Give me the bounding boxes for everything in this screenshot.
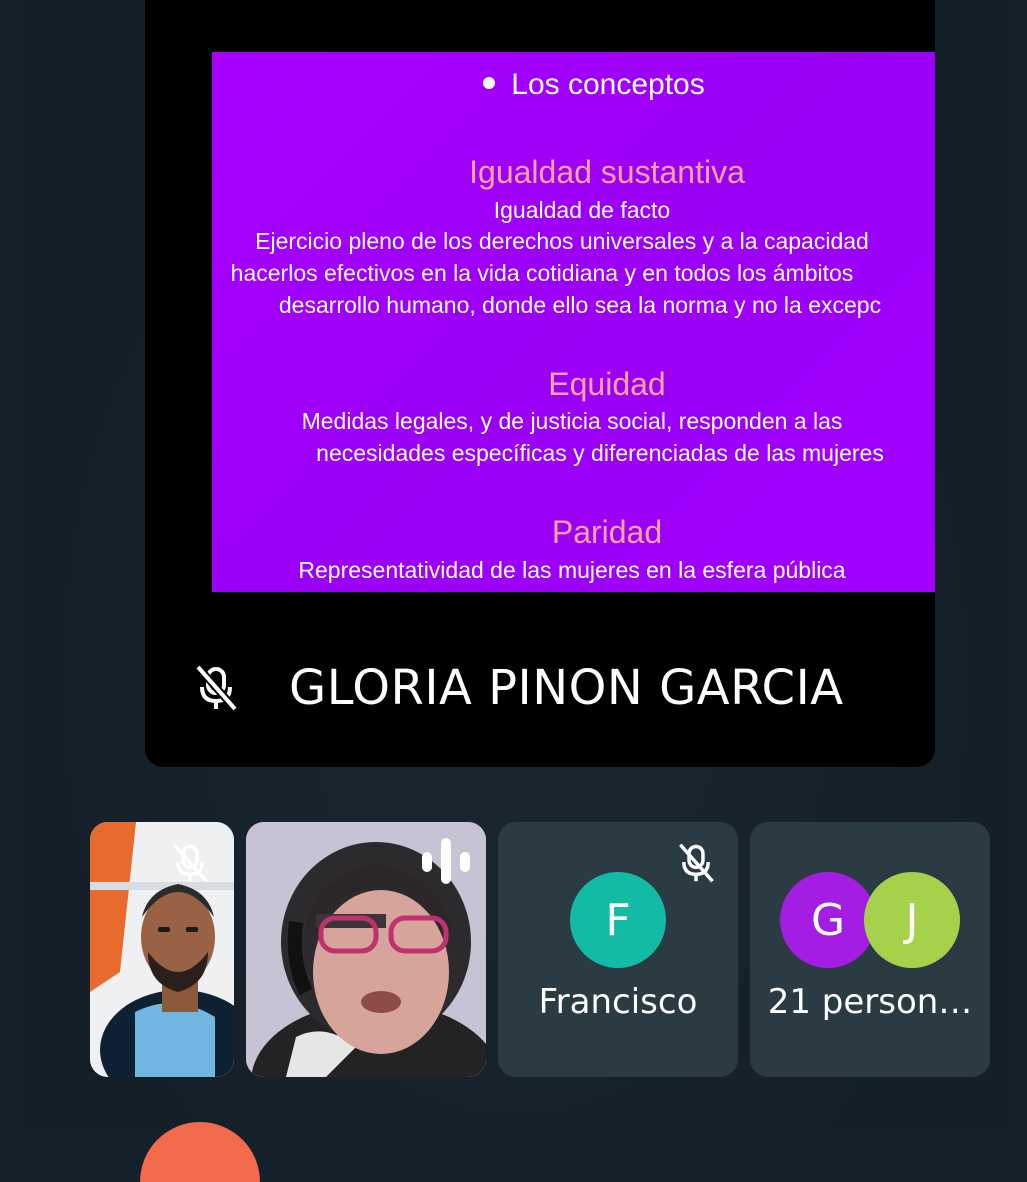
mic-off-icon bbox=[193, 663, 239, 713]
participant-video-tile[interactable] bbox=[246, 822, 486, 1077]
avatar: F bbox=[570, 872, 666, 968]
other-participants-count: 21 person… bbox=[767, 982, 973, 1022]
slide-line: Representatividad de las mujeres en la e… bbox=[298, 557, 846, 583]
participant-video bbox=[90, 822, 234, 1077]
slide-bullet-text: Los conceptos bbox=[511, 68, 705, 101]
slide-line: necesidades específicas y diferenciadas … bbox=[316, 440, 884, 466]
participant-tile-francisco[interactable]: F Francisco bbox=[498, 822, 738, 1077]
slide-line: Ejercicio pleno de los derechos universa… bbox=[255, 228, 869, 254]
avatar: J bbox=[864, 872, 960, 968]
mic-off-icon bbox=[170, 840, 210, 891]
participant-video-tile[interactable] bbox=[90, 822, 234, 1077]
slide-heading: Igualdad sustantiva bbox=[469, 154, 745, 190]
bullet-dot-icon bbox=[483, 77, 496, 90]
slide-line: Igualdad de facto bbox=[493, 197, 671, 223]
mic-off-icon bbox=[676, 840, 716, 891]
presenter-name: GLORIA PINON GARCIA bbox=[289, 660, 844, 716]
slide-bullet-title: Los conceptos bbox=[212, 68, 935, 102]
avatar: G bbox=[780, 872, 876, 968]
slide-line: desarrollo humano, donde ello sea la nor… bbox=[278, 292, 882, 318]
presenter-tile[interactable]: Los conceptos Igualdad sustantiva Iguald… bbox=[145, 0, 935, 767]
slide-line: Medidas legales, y de justicia social, r… bbox=[301, 408, 843, 434]
speaking-indicator-icon bbox=[420, 836, 474, 891]
slide-line: hacerlos efectivos en la vida cotidiana … bbox=[230, 260, 854, 286]
shared-slide: Los conceptos Igualdad sustantiva Iguald… bbox=[212, 52, 935, 592]
slide-heading: Paridad bbox=[551, 514, 663, 550]
slide-heading: Equidad bbox=[548, 366, 666, 402]
presenter-name-row: GLORIA PINON GARCIA bbox=[193, 660, 844, 716]
participant-name: Francisco bbox=[538, 982, 698, 1022]
other-participants-tile[interactable]: G J 21 person… bbox=[750, 822, 990, 1077]
